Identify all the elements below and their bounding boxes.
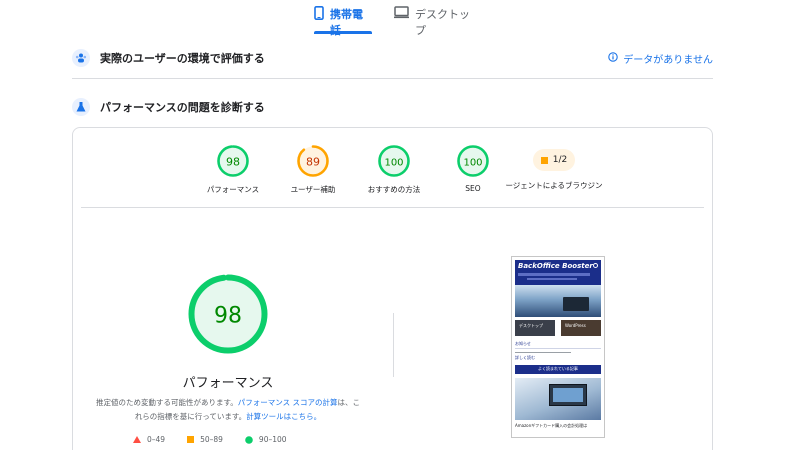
final-screenshot[interactable]: BackOffice Booster デスクトップ WordPress お知らせ… bbox=[511, 256, 605, 438]
performance-gauge-large: 98 bbox=[188, 274, 268, 354]
gauge-accessibility[interactable]: 89 ユーザー補助 bbox=[268, 144, 358, 195]
svg-text:100: 100 bbox=[463, 158, 482, 169]
gauge-label: ージェントによるブラウジン bbox=[505, 181, 603, 190]
circle-icon bbox=[245, 435, 253, 444]
tab-desktop-label: デスクトップ bbox=[415, 8, 470, 37]
svg-text:98: 98 bbox=[226, 156, 240, 169]
laptop-image bbox=[563, 297, 589, 311]
active-tab-indicator bbox=[314, 31, 372, 34]
lab-flask-icon bbox=[72, 98, 90, 116]
svg-text:89: 89 bbox=[306, 156, 320, 169]
thumb-article-caption: Amazonギフトカード購入の会計処理は bbox=[515, 423, 588, 428]
triangle-icon bbox=[133, 436, 141, 443]
lab-data-header: パフォーマンスの問題を診断する bbox=[72, 89, 713, 125]
thumb-site-title: BackOffice Booster bbox=[518, 262, 593, 270]
section-divider bbox=[72, 78, 713, 79]
square-icon bbox=[187, 436, 195, 443]
gauge-label: おすすめの方法 bbox=[367, 185, 421, 194]
search-icon bbox=[593, 263, 598, 268]
desktop-icon bbox=[394, 6, 409, 22]
lab-report-card: 98 パフォーマンス 89 ユーザー補助 100 おすすめの方法 100 SEO… bbox=[72, 127, 713, 450]
legend-range: 50–89 bbox=[200, 435, 223, 444]
performance-title: パフォーマンス bbox=[182, 376, 274, 391]
calculator-link[interactable]: 計算ツールはこちら。 bbox=[246, 412, 321, 421]
gauge-label: SEO bbox=[465, 184, 481, 193]
thumb-card-label: WordPress bbox=[565, 323, 586, 328]
device-tabs: 携帯電話 デスクトップ bbox=[0, 0, 800, 37]
thumb-header: BackOffice Booster bbox=[515, 260, 601, 285]
thumb-text-line bbox=[515, 352, 571, 353]
score-calculation-link[interactable]: パフォーマンス スコアの計算 bbox=[238, 398, 338, 407]
legend-average: 50–89 bbox=[187, 435, 223, 444]
svg-text:98: 98 bbox=[214, 304, 242, 329]
users-icon bbox=[72, 49, 90, 67]
thumb-article-image bbox=[515, 378, 601, 420]
gauge-ring: 100 bbox=[457, 145, 489, 177]
legend-fail: 0–49 bbox=[133, 435, 165, 444]
tab-mobile[interactable]: 携帯電話 bbox=[314, 6, 372, 37]
thumb-read-link: 詳しく読む bbox=[515, 355, 535, 360]
no-data-notice[interactable]: データがありません bbox=[608, 51, 713, 66]
thumb-hero-image bbox=[515, 285, 601, 317]
thumb-rule bbox=[515, 348, 601, 349]
gauge-label: パフォーマンス bbox=[206, 185, 260, 194]
monitor-image bbox=[549, 384, 587, 406]
gauge-label: ユーザー補助 bbox=[290, 185, 336, 194]
legend-range: 90–100 bbox=[258, 435, 287, 444]
tab-desktop[interactable]: デスクトップ bbox=[394, 6, 476, 37]
thumb-notice-label: お知らせ bbox=[515, 341, 531, 346]
legend-range: 0–49 bbox=[147, 435, 166, 444]
svg-text:100: 100 bbox=[384, 158, 403, 169]
gauges-divider bbox=[81, 207, 704, 208]
performance-description: 推定値のため変動する可能性があります。パフォーマンス スコアの計算は、これらの指… bbox=[93, 396, 363, 424]
thumb-card-wordpress: WordPress bbox=[561, 320, 601, 336]
info-icon bbox=[608, 51, 619, 65]
gauge-ring: 98 bbox=[217, 145, 249, 177]
gauge-ring: 100 bbox=[378, 145, 410, 177]
vertical-divider bbox=[393, 313, 394, 377]
lab-data-title: パフォーマンスの問題を診断する bbox=[100, 101, 265, 114]
field-data-header: 実際のユーザーの環境で評価する データがありません bbox=[72, 40, 713, 76]
pwa-value: 1/2 bbox=[552, 155, 568, 165]
legend-pass: 90–100 bbox=[245, 435, 287, 444]
thumb-card-label: デスクトップ bbox=[519, 323, 543, 328]
thumb-button-label: よく読まれている記事 bbox=[538, 366, 578, 371]
average-square-icon bbox=[540, 156, 548, 164]
mobile-phone-icon bbox=[314, 6, 324, 23]
thumb-subtitle-line bbox=[518, 273, 590, 276]
score-legend: 0–49 50–89 90–100 bbox=[133, 435, 333, 444]
gauge-performance[interactable]: 98 パフォーマンス bbox=[188, 144, 278, 195]
thumb-popular-button: よく読まれている記事 bbox=[515, 365, 601, 374]
pwa-badge: 1/2 bbox=[533, 149, 575, 171]
thumb-subtitle-line bbox=[527, 278, 577, 280]
desc-text-1: 推定値のため変動する可能性があります。 bbox=[96, 398, 238, 407]
gauge-pwa[interactable]: 1/2 ージェントによるブラウジン bbox=[505, 144, 603, 191]
gauge-ring: 89 bbox=[297, 145, 329, 177]
thumb-card-desktop: デスクトップ bbox=[515, 320, 555, 336]
no-data-label: データがありません bbox=[623, 54, 713, 66]
gauge-best-practices[interactable]: 100 おすすめの方法 bbox=[349, 144, 439, 195]
category-gauges: 98 パフォーマンス 89 ユーザー補助 100 おすすめの方法 100 SEO… bbox=[73, 128, 714, 208]
field-data-title: 実際のユーザーの環境で評価する bbox=[100, 52, 265, 65]
